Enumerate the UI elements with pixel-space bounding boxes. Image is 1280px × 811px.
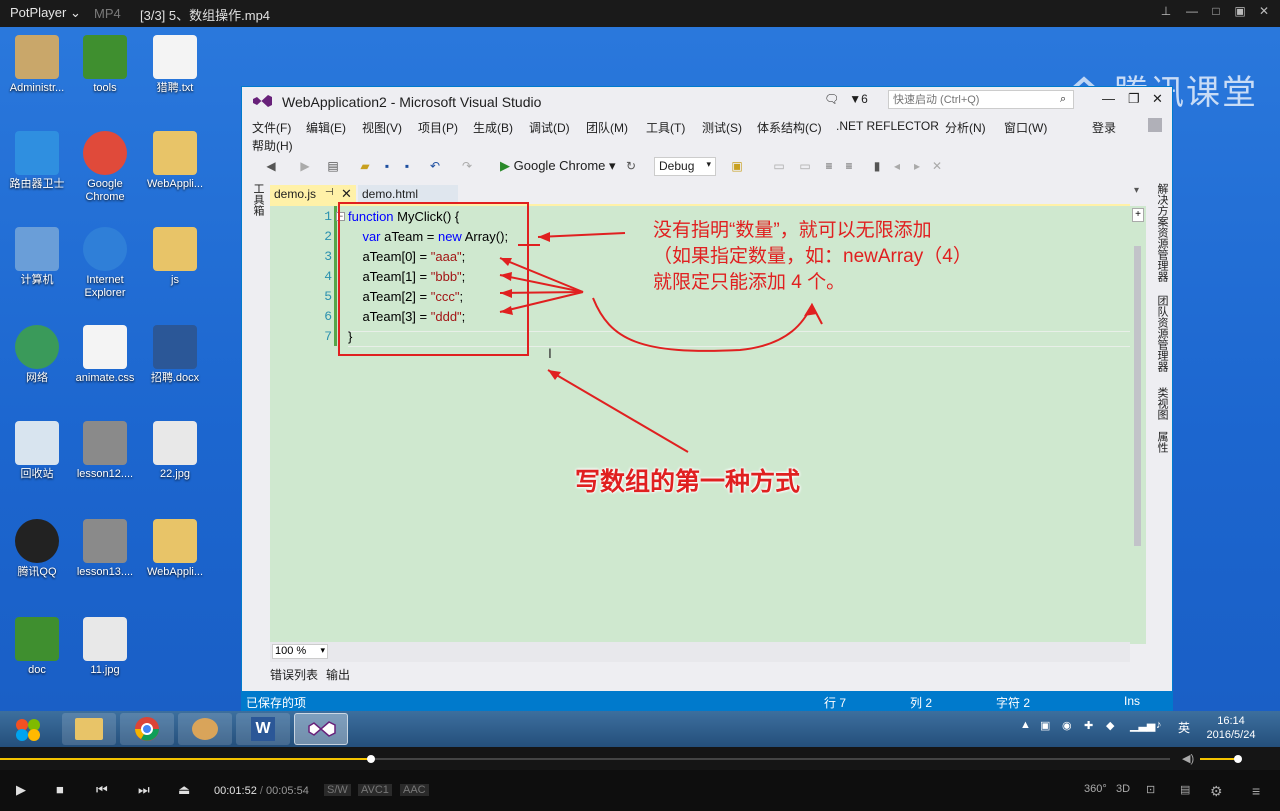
screenshot-icon[interactable]: ⊡	[1146, 783, 1155, 796]
word-icon: W	[251, 717, 275, 741]
volume-handle[interactable]	[1234, 755, 1243, 763]
next-icon[interactable]: ⏭	[138, 782, 150, 798]
visual-studio-icon	[308, 721, 336, 737]
seek-progress	[0, 758, 371, 760]
windows-logo-icon	[16, 719, 40, 741]
player-controls: ▶ ■ ⏮ ⏭ ⏏ 00:01:52 / 00:05:54 S/W AVC1 A…	[0, 770, 1280, 811]
playlist-icon[interactable]: ▤	[1180, 783, 1190, 796]
arrow-to-box	[547, 369, 689, 453]
settings-gear-icon[interactable]: ⚙	[1210, 783, 1223, 800]
ime-indicator[interactable]: 英	[1178, 719, 1190, 736]
taskbar: W ▲ ▣ ◉ ✚ ◆ ▁▃▅ ♪ 英 16:14 2016/5/24	[0, 711, 1280, 747]
tag-sw[interactable]: S/W	[324, 784, 351, 796]
time-current: 00:01:52	[214, 785, 257, 797]
curved-arrow	[592, 297, 823, 352]
clock-time: 16:14	[1217, 715, 1245, 727]
tag-audio-codec[interactable]: AAC	[400, 784, 429, 796]
tag-video-codec[interactable]: AVC1	[358, 784, 392, 796]
show-hidden-icons-icon[interactable]: ▲	[1020, 719, 1031, 731]
vr-360-button[interactable]: 360°	[1084, 783, 1107, 795]
annotation-headline: 写数组的第一种方式	[575, 468, 801, 496]
seek-handle[interactable]	[366, 755, 375, 763]
annotation-note-3: 就限定只能添加 4 个。	[653, 272, 846, 293]
taskbar-paint[interactable]	[178, 713, 232, 745]
eject-icon[interactable]: ⏏	[178, 782, 190, 798]
tray-app-icon[interactable]: ◆	[1106, 719, 1114, 732]
seek-bar-area[interactable]: ◀)	[0, 747, 1280, 770]
chrome-icon	[135, 717, 159, 741]
tray-app-icon[interactable]: ▣	[1040, 719, 1050, 732]
taskbar-chrome[interactable]	[120, 713, 174, 745]
menu-icon[interactable]: ≡	[1252, 783, 1260, 799]
text-cursor-icon: I	[548, 345, 552, 361]
volume-icon[interactable]: ◀)	[1182, 752, 1194, 765]
3d-button[interactable]: 3D	[1116, 783, 1130, 795]
start-button[interactable]	[6, 713, 52, 745]
time-total: 00:05:54	[266, 785, 309, 797]
qq-tray-icon[interactable]: ◉	[1062, 719, 1072, 732]
stop-icon[interactable]: ■	[56, 782, 64, 797]
taskbar-explorer[interactable]	[62, 713, 116, 745]
folder-icon	[75, 718, 103, 740]
arrow-to-line-3	[499, 257, 584, 293]
clock-date: 2016/5/24	[1206, 729, 1256, 741]
annotation-note-1: 没有指明“数量”，就可以无限添加	[653, 220, 932, 241]
volume-tray-icon[interactable]: ♪	[1156, 719, 1162, 731]
time-separator: /	[259, 785, 263, 797]
previous-icon[interactable]: ⏮	[96, 782, 108, 798]
annotation-note-2: （如果指定数量，如：newArray（4）	[653, 246, 972, 267]
annotation-arrows	[499, 232, 823, 453]
playback-time: 00:01:52 / 00:05:54	[214, 785, 309, 797]
arrow-to-new-array	[537, 232, 626, 238]
taskbar-visual-studio[interactable]	[294, 713, 348, 745]
screen: { "player": { "brand": "PotPlayer ⌄", "f…	[0, 0, 1280, 811]
taskbar-word[interactable]: W	[236, 713, 290, 745]
play-icon[interactable]: ▶	[16, 782, 26, 798]
volume-slider[interactable]	[1200, 758, 1239, 760]
network-signal-icon[interactable]: ▁▃▅	[1130, 719, 1155, 732]
palette-icon	[192, 718, 218, 740]
system-clock[interactable]: 16:14 2016/5/24	[1196, 714, 1266, 742]
security-tray-icon[interactable]: ✚	[1084, 719, 1093, 732]
